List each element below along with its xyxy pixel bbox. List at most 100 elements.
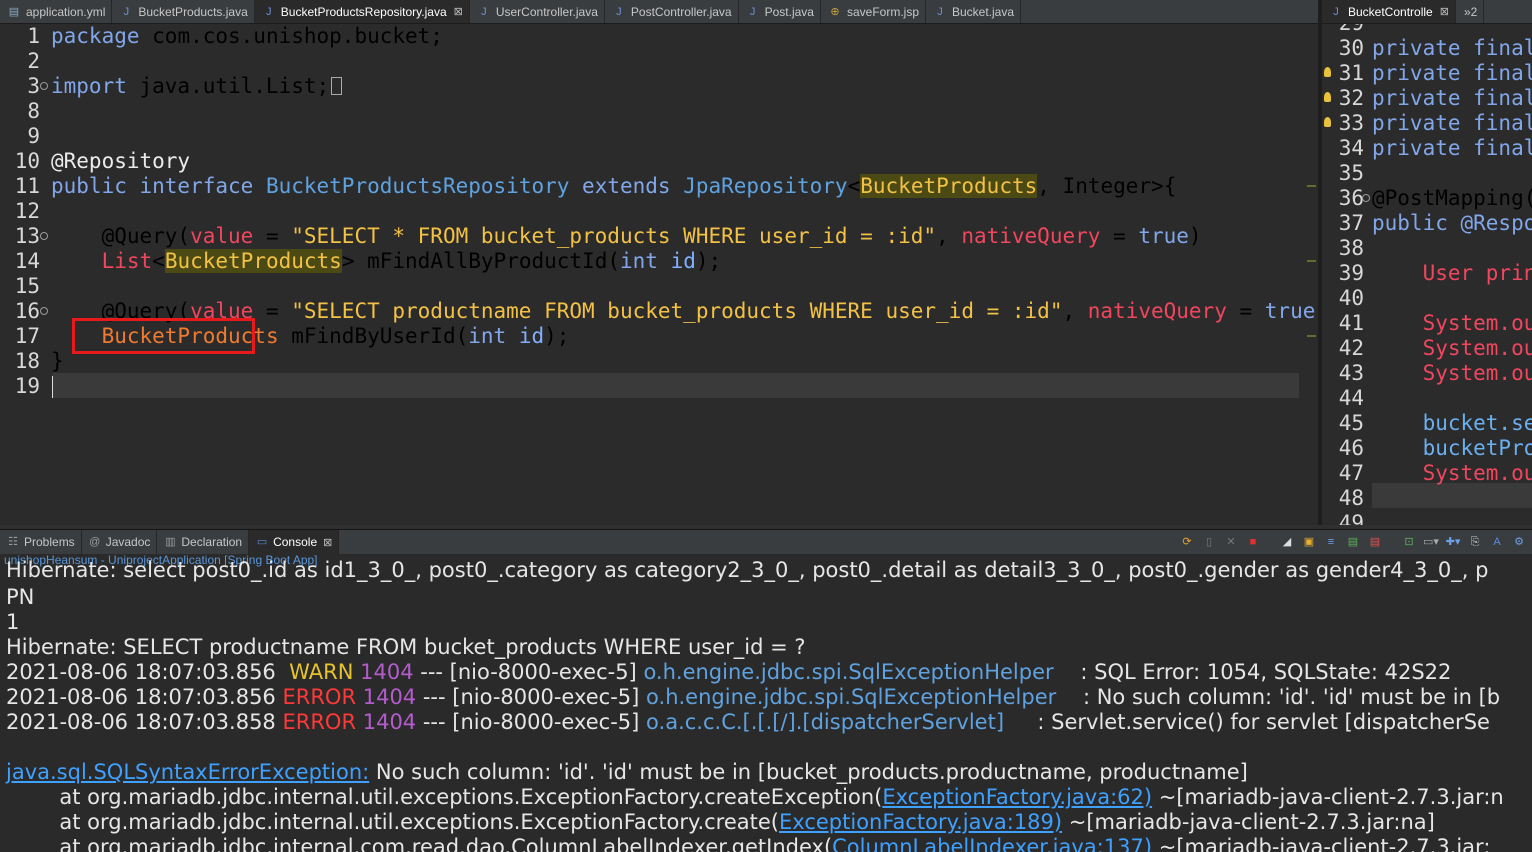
display-console-icon[interactable]: ▭▾ [1422,534,1440,550]
warning-bulb-icon[interactable] [1324,117,1331,127]
close-icon[interactable]: ⊠ [454,5,463,18]
line-number: 45 [1338,411,1364,435]
code-line: System.out. [1422,336,1532,360]
tab-bucketproductsrepository-java[interactable]: J BucketProductsRepository.java ⊠ [254,0,470,23]
console-tab-bar: ☷ Problems @ Javadoc ▥ Declaration ▭ Console… [0,529,1532,555]
code-line: @PostMapping( [1372,186,1532,210]
java-file-icon: J [266,5,272,18]
fold-icon[interactable] [40,307,48,315]
code-line: public interface BucketProductsRepositor… [51,174,1177,198]
line-number: 15 [14,274,40,298]
line-number: 13 [14,224,40,248]
console-line: at org.mariadb.jdbc.internal.util.except… [6,810,1435,834]
refresh-icon[interactable]: ⟳ [1178,534,1196,550]
console-icon: ▭ [256,536,268,548]
code-editor-right[interactable]: 2930private final Htt31private final Pos… [1322,24,1532,525]
console-line: 2021-08-06 18:07:03.856 ERROR 1404 --- [… [6,685,1501,709]
console-toolbar: ⟳ ▯ ✕ ■ ◢ ▣ ≡ ▤ ▤ ⊡ ▭▾ ✚▾ ⎘ A ⚙ [1176,534,1530,550]
line-number: 37 [1338,211,1364,235]
exception-link[interactable]: java.sql.SQLSyntaxErrorException: [6,760,369,784]
line-number: 40 [1338,286,1364,310]
java-file-icon: J [481,5,487,18]
line-number: 10 [14,149,40,173]
show-stderr-icon[interactable]: ▤ [1366,534,1384,550]
tab-saveform-jsp[interactable]: ⊕ saveForm.jsp [821,0,926,23]
code-line: } [51,349,64,373]
line-number: 43 [1338,361,1364,385]
tab-application-yml[interactable]: ▤ application.yml [0,0,113,23]
line-number: 35 [1338,161,1364,185]
line-number: 16 [14,299,40,323]
close-icon[interactable]: ⊠ [1440,5,1449,18]
tab-postcontroller-java[interactable]: J PostController.java [605,0,739,23]
pin-console-icon[interactable]: ⊡ [1400,534,1418,550]
new-console-icon[interactable]: ✚▾ [1444,534,1462,550]
current-line-highlight [52,373,1299,398]
tab-post-java[interactable]: J Post.java [739,0,821,23]
tab-problems[interactable]: ☷ Problems [0,529,82,555]
copy-icon[interactable]: ⎘ [1466,534,1484,550]
tab-overflow[interactable]: »2 [1456,0,1485,23]
line-number: 39 [1338,261,1364,285]
javadoc-icon: @ [89,536,101,548]
line-number: 38 [1338,236,1364,260]
code-line: bucket.setUs [1422,411,1532,435]
editor-tab-bar: ▤ application.yml J BucketProducts.java JB… [0,0,1318,24]
code-line: import java.util.List; [51,74,343,99]
line-number: 12 [14,199,40,223]
stack-trace-link[interactable]: ColumnLabelIndexer.java:137) [832,835,1152,852]
line-number: 49 [1338,511,1364,525]
yml-file-icon: ▤ [8,5,20,18]
code-line: System.out. [1422,461,1532,485]
line-number: 14 [14,249,40,273]
code-editor-left[interactable]: 1 package com.cos.unishop.bucket; 2 3 im… [0,24,1318,525]
word-wrap-icon[interactable]: ≡ [1322,534,1340,550]
line-number: 11 [14,174,40,198]
overview-ruler-mark [1307,185,1316,187]
code-line: User principa [1422,261,1532,285]
line-number: 48 [1338,486,1364,510]
line-number: 8 [27,99,40,123]
tab-javadoc[interactable]: @ Javadoc [82,529,158,555]
fold-icon[interactable] [40,82,48,90]
text-cursor [52,376,53,398]
console-line: Hibernate: select post0_.id as id1_3_0_,… [6,558,1489,582]
line-number: 34 [1338,136,1364,160]
line-number: 3 [27,74,40,98]
clear-console-icon[interactable]: ◢ [1278,534,1296,550]
tab-bucketproducts-java[interactable]: J BucketProducts.java [112,0,255,23]
tab-declaration[interactable]: ▥ Declaration [157,529,250,555]
remove-all-icon[interactable]: ✕ [1222,534,1240,550]
line-number: 17 [14,324,40,348]
show-stdout-icon[interactable]: ▤ [1344,534,1362,550]
terminate-icon[interactable]: ■ [1244,534,1262,550]
warning-bulb-icon[interactable] [1324,67,1331,77]
java-file-icon: J [1333,5,1339,18]
remove-launch-icon[interactable]: ▯ [1200,534,1218,550]
stack-trace-link[interactable]: ExceptionFactory.java:62) [882,785,1152,809]
close-icon[interactable]: ⊠ [323,536,332,549]
warning-bulb-icon[interactable] [1324,92,1331,102]
code-line: bucketProdu [1422,436,1532,460]
fold-icon[interactable] [1362,194,1370,202]
java-file-icon: J [123,5,130,18]
line-number: 9 [27,124,40,148]
tab-usercontroller-java[interactable]: J UserController.java [470,0,605,23]
stack-trace-link[interactable]: ExceptionFactory.java:189) [779,810,1062,834]
font-icon[interactable]: A [1488,534,1506,550]
code-line: private final Pos [1372,61,1532,85]
scroll-lock-icon[interactable]: ▣ [1300,534,1318,550]
line-number: 18 [14,349,40,373]
tab-bucket-java[interactable]: J Bucket.java [926,0,1022,23]
console-line: 2021-08-06 18:07:03.856 WARN 1404 --- [n… [6,660,1452,684]
code-line: List<BucketProducts> mFindAllByProductId… [101,249,722,273]
settings-icon[interactable]: ⚙ [1510,534,1528,550]
line-number: 47 [1338,461,1364,485]
overview-ruler-mark [1307,335,1316,337]
code-line: public @Respons [1372,211,1532,235]
tab-console[interactable]: ▭ Console ⊠ [249,529,340,555]
tab-bucketcontroller[interactable]: J BucketControlle ⊠ [1322,0,1456,23]
line-number: 19 [14,374,40,398]
fold-icon[interactable] [40,232,48,240]
code-line: package com.cos.unishop.bucket; [51,24,443,48]
